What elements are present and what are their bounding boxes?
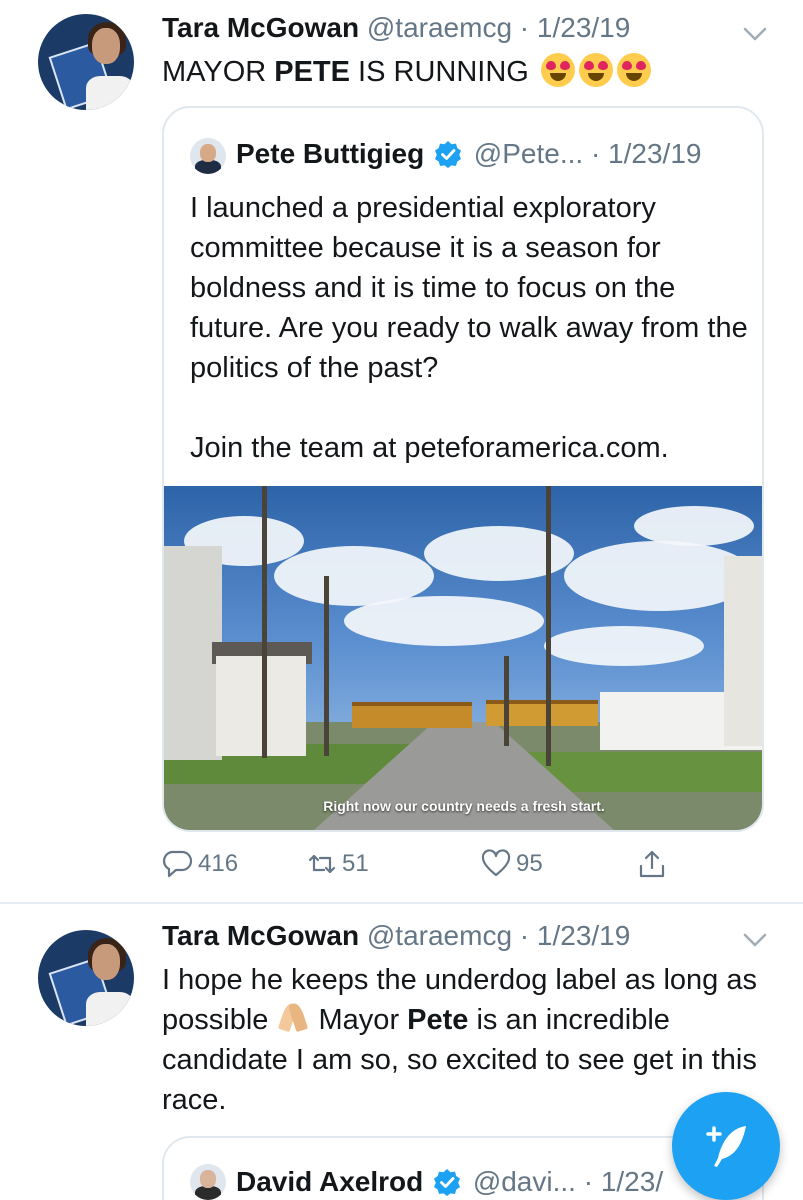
reply-icon <box>162 850 193 878</box>
tweet-text: MAYOR PETE IS RUNNING <box>162 52 782 92</box>
quoted-author-name: Pete Buttigieg <box>236 138 425 169</box>
author-name[interactable]: Tara McGowan <box>162 12 359 43</box>
video-thumbnail[interactable]: Right now our country needs a fresh star… <box>164 486 762 830</box>
tweet-text: I hope he keeps the underdog label as lo… <box>162 964 757 1116</box>
quoted-text: I launched a presidential exploratory co… <box>190 192 748 464</box>
like-count: 95 <box>516 850 543 877</box>
verified-badge-icon <box>434 1169 461 1196</box>
heart-eyes-emoji-icon <box>616 53 651 87</box>
retweet-count: 51 <box>342 850 369 877</box>
quoted-header: Pete Buttigieg @Pete... · 1/23/19 <box>236 138 701 170</box>
like-button[interactable]: 95 <box>480 844 543 884</box>
heart-eyes-emoji-icon <box>540 53 575 87</box>
compose-feather-icon <box>706 1126 746 1167</box>
reply-count: 416 <box>198 850 239 877</box>
quoted-tweet[interactable]: Pete Buttigieg @Pete... · 1/23/19 I laun… <box>162 106 764 832</box>
quoted-author-name: David Axelrod <box>236 1166 424 1197</box>
quoted-handle-date: @davi... · 1/23/ <box>472 1166 664 1197</box>
verified-badge-icon <box>435 141 462 168</box>
quoted-avatar <box>190 1164 226 1200</box>
quoted-header: David Axelrod @davi... · 1/23/ <box>236 1166 663 1198</box>
avatar[interactable] <box>38 14 134 110</box>
chevron-down-icon[interactable] <box>742 930 768 950</box>
reply-button[interactable]: 416 <box>162 844 238 884</box>
share-button[interactable] <box>636 844 672 884</box>
avatar[interactable] <box>38 930 134 1026</box>
compose-tweet-button[interactable] <box>672 1092 780 1200</box>
quoted-avatar <box>190 138 226 174</box>
handle-date: @taraemcg · 1/23/19 <box>366 12 631 43</box>
tweet-header: Tara McGowan @taraemcg · 1/23/19 <box>162 920 630 952</box>
share-icon <box>639 850 665 878</box>
tweet[interactable]: Tara McGowan @taraemcg · 1/23/19 MAYOR P… <box>0 0 803 902</box>
tweet-header: Tara McGowan @taraemcg · 1/23/19 <box>162 12 630 44</box>
retweet-icon <box>308 854 336 874</box>
handle-date: @taraemcg · 1/23/19 <box>366 920 631 951</box>
chevron-down-icon[interactable] <box>742 24 768 44</box>
tweet-actions: 416 51 95 <box>162 844 782 884</box>
folded-hands-emoji-icon <box>276 1001 310 1033</box>
heart-eyes-emoji-icon <box>578 53 613 87</box>
video-caption: Right now our country needs a fresh star… <box>323 798 605 814</box>
author-name[interactable]: Tara McGowan <box>162 920 359 951</box>
retweet-button[interactable]: 51 <box>306 844 369 884</box>
heart-icon <box>481 849 511 877</box>
quoted-handle-date: @Pete... · 1/23/19 <box>473 138 702 169</box>
